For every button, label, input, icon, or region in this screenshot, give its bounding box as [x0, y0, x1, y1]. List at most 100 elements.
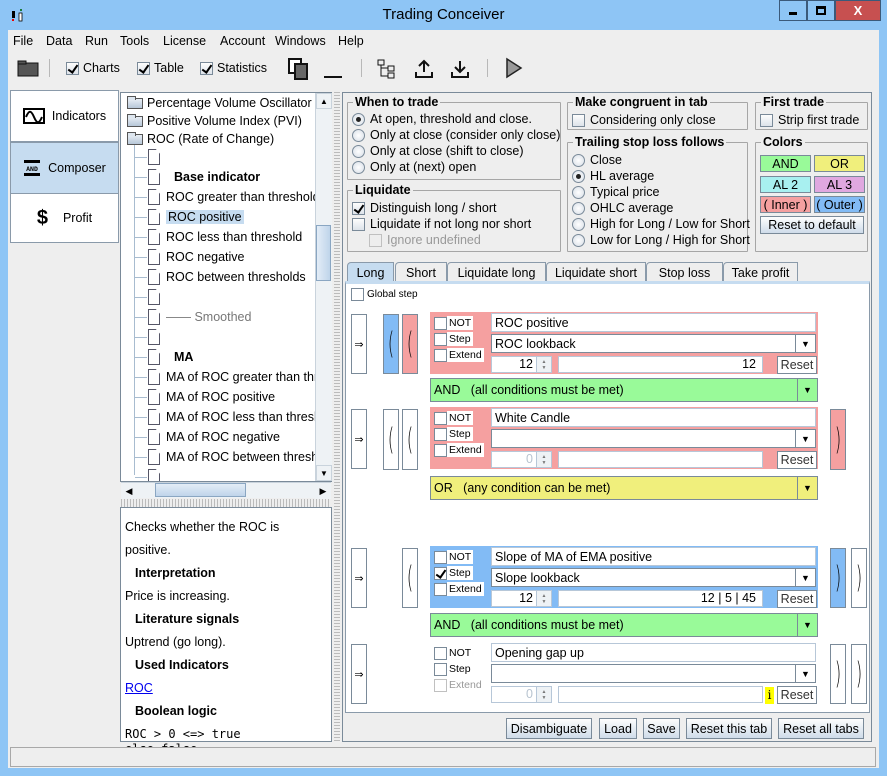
tree-item[interactable] — [148, 467, 166, 481]
trailing-option-1[interactable]: HL average — [572, 169, 654, 183]
maximize-button[interactable] — [807, 0, 835, 21]
condition-arrow-button[interactable]: ⇒ — [351, 548, 367, 608]
step-toggle[interactable]: Step — [434, 427, 473, 441]
condition-arrow-button[interactable]: ⇒ — [351, 644, 367, 704]
logic-operator-select[interactable]: AND (all conditions must be met) ▼ — [430, 378, 818, 402]
open-paren-button[interactable]: ( — [402, 548, 418, 608]
menu-account[interactable]: Account — [220, 34, 265, 48]
reset-all-tabs-button[interactable]: Reset all tabs — [778, 718, 864, 739]
tab-liquidate-short[interactable]: Liquidate short — [546, 262, 646, 282]
step-checkbox[interactable] — [434, 566, 447, 580]
chevron-down-icon[interactable]: ▼ — [795, 665, 815, 682]
lookback-spinner[interactable]: 12 ▲ ▼ — [491, 590, 552, 607]
chevron-down-icon[interactable]: ▼ — [795, 335, 815, 352]
not-toggle[interactable]: NOT — [434, 550, 474, 564]
parameter-select[interactable]: ▼ — [491, 429, 816, 448]
menu-file[interactable]: File — [13, 34, 33, 48]
extend-checkbox[interactable] — [434, 348, 447, 362]
tree-folder[interactable]: Percentage Volume Oscillator ( — [127, 93, 319, 113]
spinner-arrows-icon[interactable]: ▲ ▼ — [536, 591, 551, 606]
statistics-toggle[interactable]: Statistics — [200, 61, 267, 75]
strip-first-trade[interactable]: Strip first trade — [760, 113, 859, 127]
info-icon[interactable]: i — [765, 687, 774, 704]
parameter-select[interactable]: ROC lookback ▼ — [491, 334, 816, 353]
when-option-3[interactable]: Only at (next) open — [352, 160, 476, 174]
download-icon[interactable] — [449, 58, 471, 80]
tree-item[interactable]: ROC between thresholds — [148, 267, 306, 287]
radio[interactable] — [352, 160, 365, 174]
scroll-right-button[interactable]: ▶ — [315, 483, 331, 499]
open-paren-button[interactable]: ( — [402, 314, 418, 374]
tab-liquidate-long[interactable]: Liquidate long — [447, 262, 546, 282]
scroll-up-button[interactable]: ▲ — [316, 93, 332, 109]
tree-item[interactable]: ROC negative — [148, 247, 245, 267]
tree-item[interactable] — [148, 147, 166, 167]
lookback-spinner[interactable]: 0 ▲ ▼ — [491, 686, 552, 703]
logic-operator-select[interactable]: AND (all conditions must be met) ▼ — [430, 613, 818, 637]
spinner-arrows-icon[interactable]: ▲ ▼ — [536, 357, 551, 372]
tree-item[interactable] — [148, 327, 166, 347]
not-checkbox[interactable] — [434, 316, 447, 330]
global-step[interactable]: Global step — [351, 288, 418, 301]
when-option-2[interactable]: Only at close (shift to close) — [352, 144, 524, 158]
extend-checkbox[interactable] — [434, 678, 447, 692]
reset-colors-button[interactable]: Reset to default — [760, 216, 864, 234]
spinner-arrows-icon[interactable]: ▲ ▼ — [536, 452, 551, 467]
tree-item[interactable]: —— Smoothed — [148, 307, 251, 327]
charts-checkbox[interactable] — [66, 61, 79, 75]
reset-parameter-button[interactable]: Reset — [777, 451, 817, 469]
tree-structure-icon[interactable] — [376, 58, 398, 80]
chevron-down-icon[interactable]: ▼ — [797, 477, 817, 499]
lookback-spinner[interactable]: 0 ▲ ▼ — [491, 451, 552, 468]
radio[interactable] — [352, 112, 365, 126]
radio[interactable] — [572, 217, 585, 231]
roc-link[interactable]: ROC — [125, 681, 153, 695]
condition-name-field[interactable]: Slope of MA of EMA positive — [491, 547, 816, 566]
reset-parameter-button[interactable]: Reset — [777, 590, 817, 608]
chevron-down-icon[interactable]: ▼ — [795, 569, 815, 586]
distinguish-long-short[interactable]: Distinguish long / short — [352, 201, 496, 215]
extend-toggle[interactable]: Extend — [434, 582, 484, 596]
upload-icon[interactable] — [413, 58, 435, 80]
not-checkbox[interactable] — [434, 550, 447, 564]
checkbox[interactable] — [352, 217, 365, 231]
considering-only-close[interactable]: Considering only close — [572, 113, 716, 127]
run-play-icon[interactable] — [504, 57, 524, 79]
minimize-all-icon[interactable] — [322, 58, 344, 80]
parameter-values-field[interactable]: 12 | 5 | 45 — [558, 590, 763, 607]
color-outer-button[interactable]: ( Outer ) — [814, 196, 865, 213]
tree-item[interactable]: ROC less than threshold — [148, 227, 302, 247]
radio[interactable] — [572, 169, 585, 183]
reset-parameter-button[interactable]: Reset — [777, 356, 817, 374]
trailing-option-2[interactable]: Typical price — [572, 185, 659, 199]
not-toggle[interactable]: NOT — [434, 646, 473, 660]
save-button[interactable]: Save — [643, 718, 680, 739]
reset-parameter-button[interactable]: Reset — [777, 686, 817, 704]
logic-operator-select[interactable]: OR (any condition can be met) ▼ — [430, 476, 818, 500]
tab-take-profit[interactable]: Take profit — [723, 262, 798, 282]
not-checkbox[interactable] — [434, 411, 447, 425]
tree-folder[interactable]: Positive Volume Index (PVI) — [127, 111, 302, 131]
parameter-values-field[interactable] — [558, 451, 763, 468]
scroll-down-button[interactable]: ▼ — [316, 465, 332, 481]
radio[interactable] — [572, 233, 585, 247]
color-al2-button[interactable]: AL 2 — [760, 176, 811, 193]
step-toggle[interactable]: Step — [434, 662, 473, 676]
step-toggle[interactable]: Step — [434, 332, 473, 346]
extend-checkbox[interactable] — [434, 443, 447, 457]
close-paren-button[interactable]: ) — [830, 409, 846, 470]
menu-run[interactable]: Run — [85, 34, 108, 48]
liquidate-if-not[interactable]: Liquidate if not long nor short — [352, 217, 531, 231]
not-toggle[interactable]: NOT — [434, 316, 474, 330]
open-paren-button[interactable]: ( — [402, 409, 418, 470]
step-toggle[interactable]: Step — [434, 566, 473, 580]
trailing-option-3[interactable]: OHLC average — [572, 201, 673, 215]
parameter-select[interactable]: ▼ — [491, 664, 816, 683]
when-option-1[interactable]: Only at close (consider only close) — [352, 128, 560, 142]
close-paren-button[interactable]: ) — [830, 548, 846, 608]
radio[interactable] — [352, 144, 365, 158]
tree-item[interactable] — [148, 287, 166, 307]
lookback-spinner[interactable]: 12 ▲ ▼ — [491, 356, 552, 373]
extend-checkbox[interactable] — [434, 582, 447, 596]
trailing-option-5[interactable]: Low for Long / High for Short — [572, 233, 750, 247]
